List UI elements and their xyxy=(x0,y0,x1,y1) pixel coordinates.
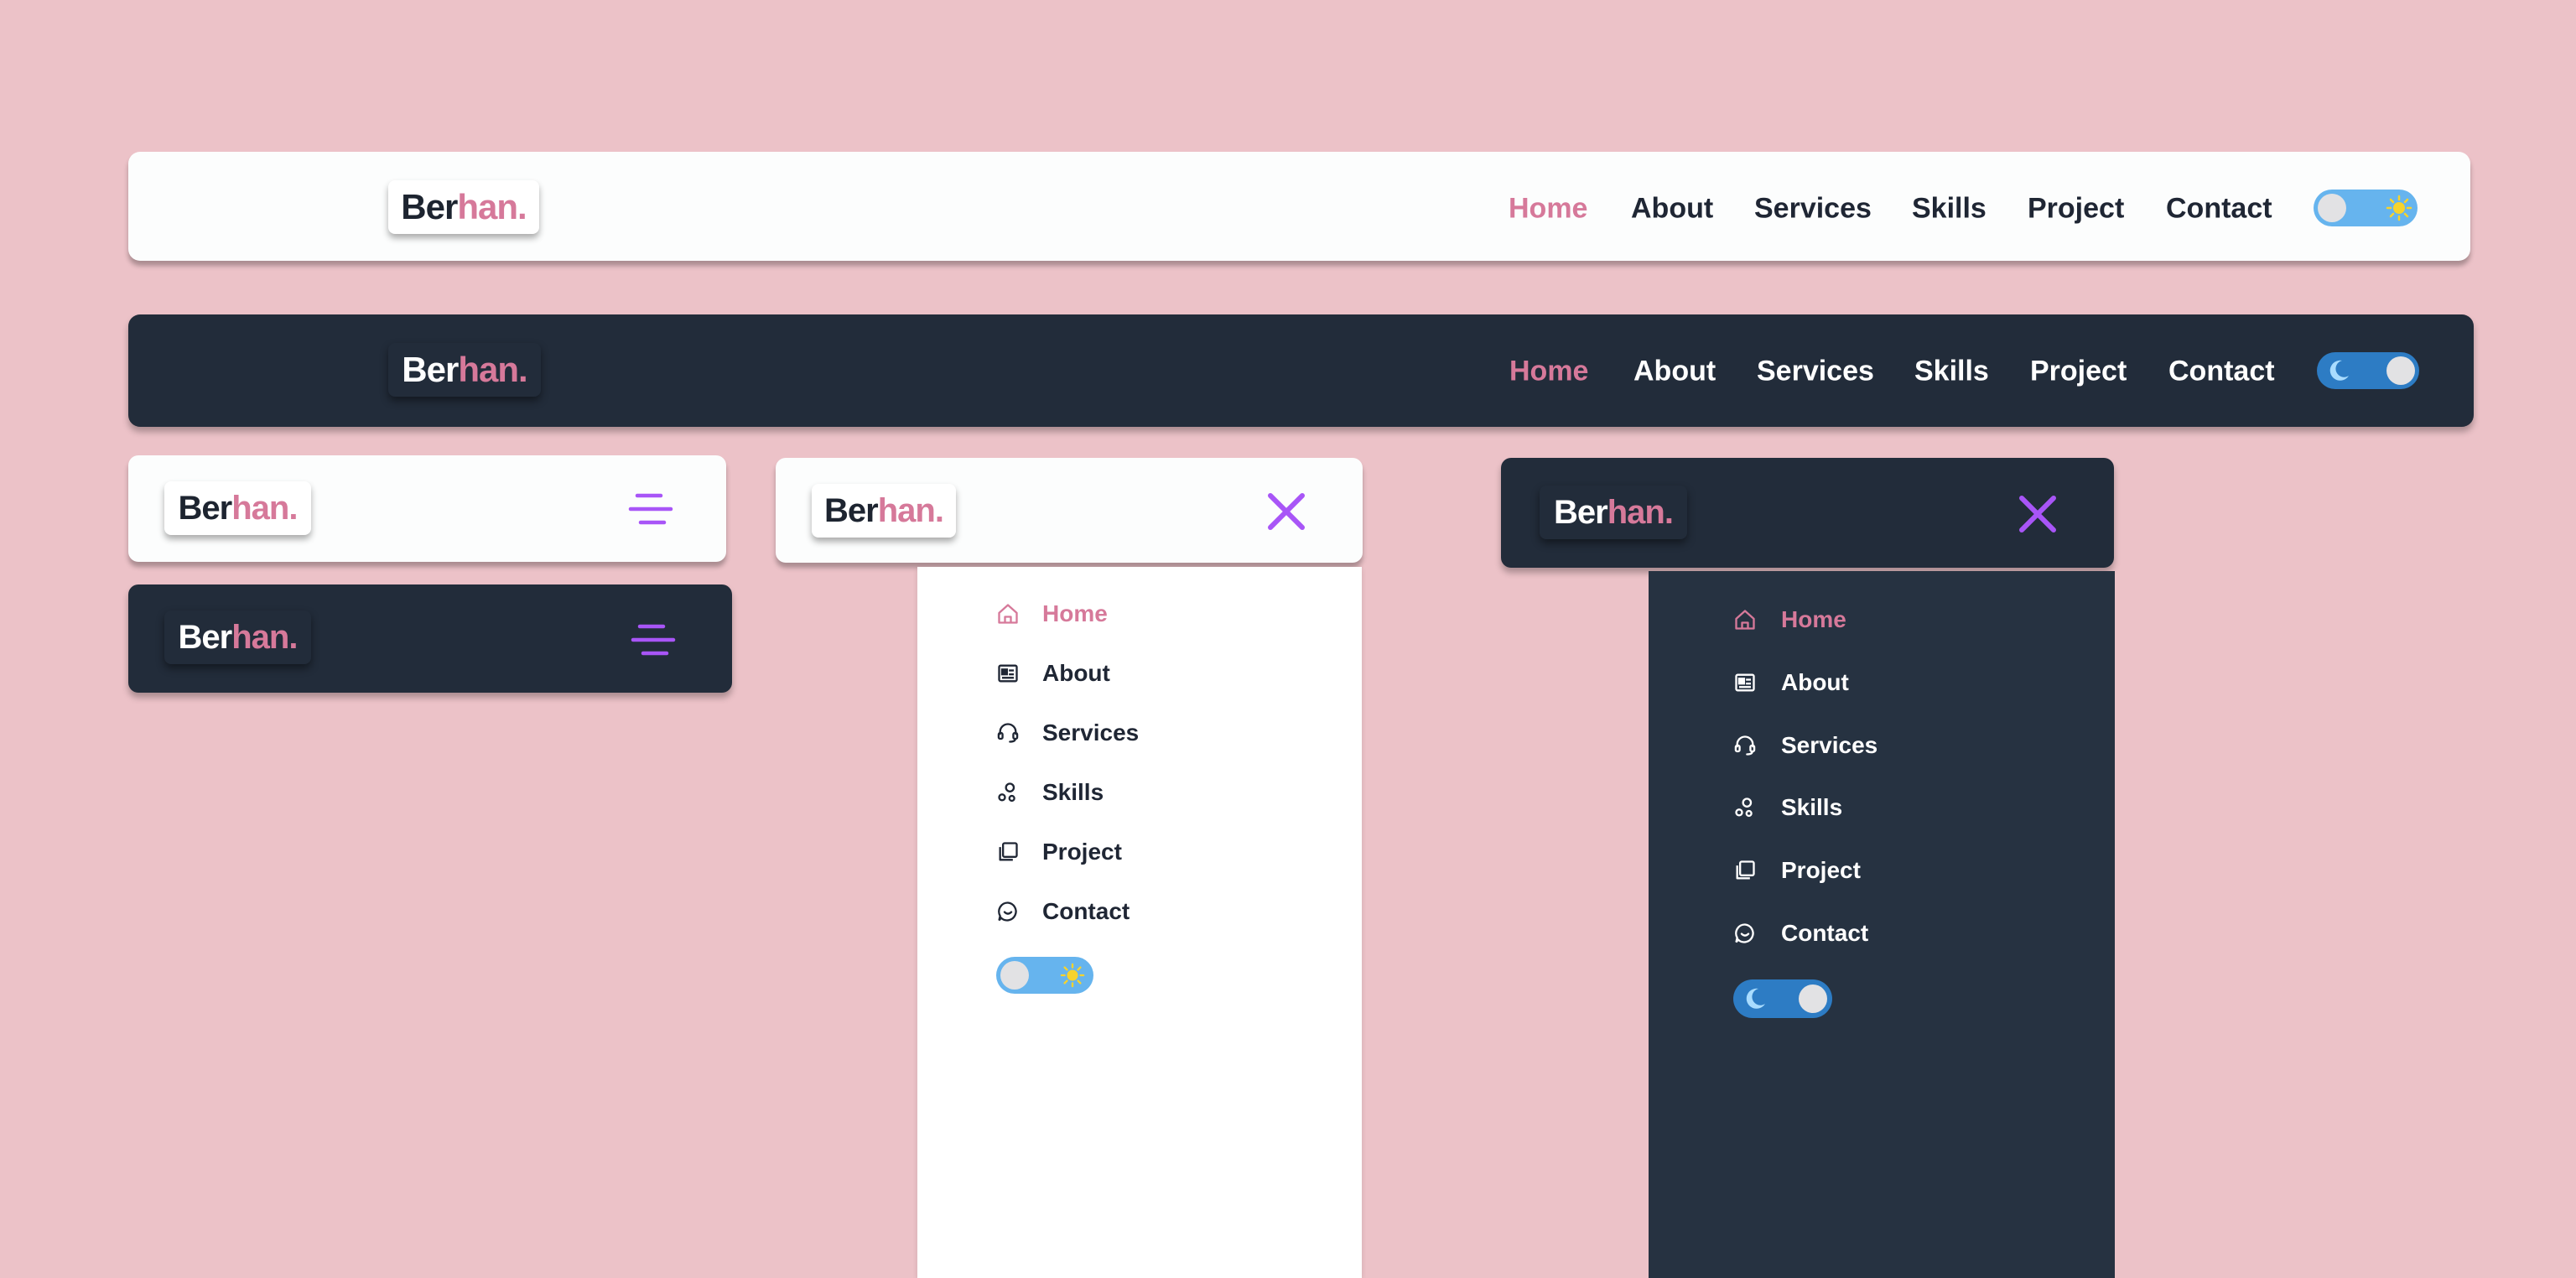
nav-link-services[interactable]: Services xyxy=(1757,356,1874,388)
menu-item-project[interactable]: Project xyxy=(1732,857,1861,884)
brand-accent: han. xyxy=(1607,494,1674,531)
menu-item-project[interactable]: Project xyxy=(995,839,1122,865)
nav-link-project[interactable]: Project xyxy=(2030,356,2127,388)
nav-link-home[interactable]: Home xyxy=(1509,193,1587,226)
menu-item-home[interactable]: Home xyxy=(1732,606,1846,633)
menu-item-label: Home xyxy=(1781,606,1846,632)
project-icon xyxy=(995,839,1021,865)
mobile-navbar-dark-open: Ber han. xyxy=(1501,458,2114,568)
moon-icon xyxy=(2329,360,2349,381)
menu-item-label: About xyxy=(1781,669,1849,695)
toggle-knob xyxy=(1000,961,1029,990)
services-headset-icon xyxy=(995,720,1021,746)
theme-toggle[interactable] xyxy=(996,957,1093,994)
brand-prefix: Ber xyxy=(178,490,233,527)
skills-icon xyxy=(995,780,1021,805)
brand-prefix: Ber xyxy=(178,619,233,656)
menu-item-label: Skills xyxy=(1042,779,1104,805)
menu-item-skills[interactable]: Skills xyxy=(995,779,1104,806)
desktop-navbar-dark: Ber han. Home About Services Skills Proje… xyxy=(128,314,2474,427)
menu-item-services[interactable]: Services xyxy=(1732,732,1877,759)
mobile-navbar-dark: Ber han. xyxy=(128,584,732,693)
brand-prefix: Ber xyxy=(824,492,879,529)
brand-logo[interactable]: Ber han. xyxy=(388,180,539,234)
nav-link-contact[interactable]: Contact xyxy=(2166,193,2272,226)
hamburger-menu-icon[interactable] xyxy=(626,489,676,529)
theme-toggle[interactable] xyxy=(2317,352,2419,389)
menu-item-label: Home xyxy=(1042,600,1108,626)
menu-item-label: Services xyxy=(1042,720,1140,746)
mobile-menu-panel-light: Home About Services Skills Project Conta… xyxy=(917,567,1362,1278)
mobile-navbar-light: Ber han. xyxy=(128,455,726,562)
brand-accent: han. xyxy=(231,490,298,527)
mobile-navbar-light-open: Ber han. xyxy=(776,458,1363,563)
brand-prefix: Ber xyxy=(401,187,458,226)
brand-logo[interactable]: Ber han. xyxy=(812,484,956,538)
menu-item-label: Contact xyxy=(1781,920,1869,946)
about-card-icon xyxy=(1732,670,1758,695)
nav-link-project[interactable]: Project xyxy=(2028,193,2124,226)
menu-item-contact[interactable]: Contact xyxy=(1732,920,1868,947)
home-icon xyxy=(995,601,1021,626)
theme-toggle[interactable] xyxy=(2314,190,2418,226)
menu-item-label: About xyxy=(1042,660,1110,686)
theme-toggle[interactable] xyxy=(1733,979,1832,1018)
nav-link-about[interactable]: About xyxy=(1633,356,1716,388)
brand-logo[interactable]: Ber han. xyxy=(164,481,311,535)
brand-logo[interactable]: Ber han. xyxy=(1540,486,1687,539)
contact-chat-icon xyxy=(995,899,1021,924)
mobile-menu-panel-dark: Home About Services Skills Project Conta… xyxy=(1649,571,2115,1278)
brand-accent: han. xyxy=(877,492,944,529)
nav-link-contact[interactable]: Contact xyxy=(2168,356,2275,388)
menu-item-contact[interactable]: Contact xyxy=(995,898,1130,925)
brand-logo[interactable]: Ber han. xyxy=(388,343,541,397)
project-icon xyxy=(1732,858,1758,883)
brand-accent: han. xyxy=(458,350,527,389)
close-icon[interactable] xyxy=(1265,491,1307,532)
menu-item-home[interactable]: Home xyxy=(995,600,1108,627)
about-card-icon xyxy=(995,661,1021,686)
nav-link-services[interactable]: Services xyxy=(1754,193,1872,226)
toggle-knob xyxy=(2386,356,2415,385)
contact-chat-icon xyxy=(1732,921,1758,946)
toggle-knob xyxy=(2318,194,2346,222)
nav-link-about[interactable]: About xyxy=(1631,193,1713,226)
brand-prefix: Ber xyxy=(1554,494,1608,531)
menu-item-label: Project xyxy=(1042,839,1122,865)
nav-link-home[interactable]: Home xyxy=(1509,356,1588,388)
sun-icon xyxy=(2386,195,2412,221)
services-headset-icon xyxy=(1732,733,1758,758)
menu-item-skills[interactable]: Skills xyxy=(1732,794,1842,821)
skills-icon xyxy=(1732,795,1758,820)
menu-item-label: Skills xyxy=(1781,794,1843,820)
toggle-knob xyxy=(1799,984,1827,1013)
menu-item-about[interactable]: About xyxy=(995,660,1110,687)
home-icon xyxy=(1732,607,1758,632)
desktop-navbar-light: Ber han. Home About Services Skills Proje… xyxy=(128,152,2470,261)
moon-icon xyxy=(1746,988,1765,1009)
menu-item-label: Contact xyxy=(1042,898,1130,924)
menu-item-label: Project xyxy=(1781,857,1861,883)
menu-item-label: Services xyxy=(1781,732,1878,758)
brand-accent: han. xyxy=(231,619,298,656)
sun-icon xyxy=(1060,963,1085,988)
nav-link-skills[interactable]: Skills xyxy=(1914,356,1989,388)
menu-item-about[interactable]: About xyxy=(1732,669,1849,696)
menu-item-services[interactable]: Services xyxy=(995,720,1139,746)
brand-prefix: Ber xyxy=(402,350,459,389)
nav-link-skills[interactable]: Skills xyxy=(1912,193,1987,226)
brand-logo[interactable]: Ber han. xyxy=(164,610,311,664)
hamburger-menu-icon[interactable] xyxy=(628,620,678,660)
brand-accent: han. xyxy=(457,187,527,226)
close-icon[interactable] xyxy=(2017,493,2059,535)
